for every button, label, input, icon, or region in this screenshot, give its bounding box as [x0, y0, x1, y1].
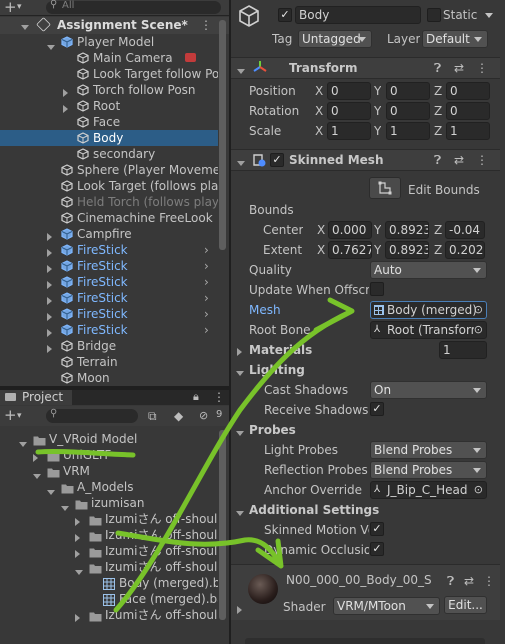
annotation-arrowhead-mesh — [313, 297, 355, 333]
annotation-arrow-to-mesh — [113, 309, 353, 613]
annotation-overlay — [35, 297, 355, 613]
annotation-underline — [35, 448, 136, 458]
annotation-arrow-to-material — [115, 530, 283, 567]
